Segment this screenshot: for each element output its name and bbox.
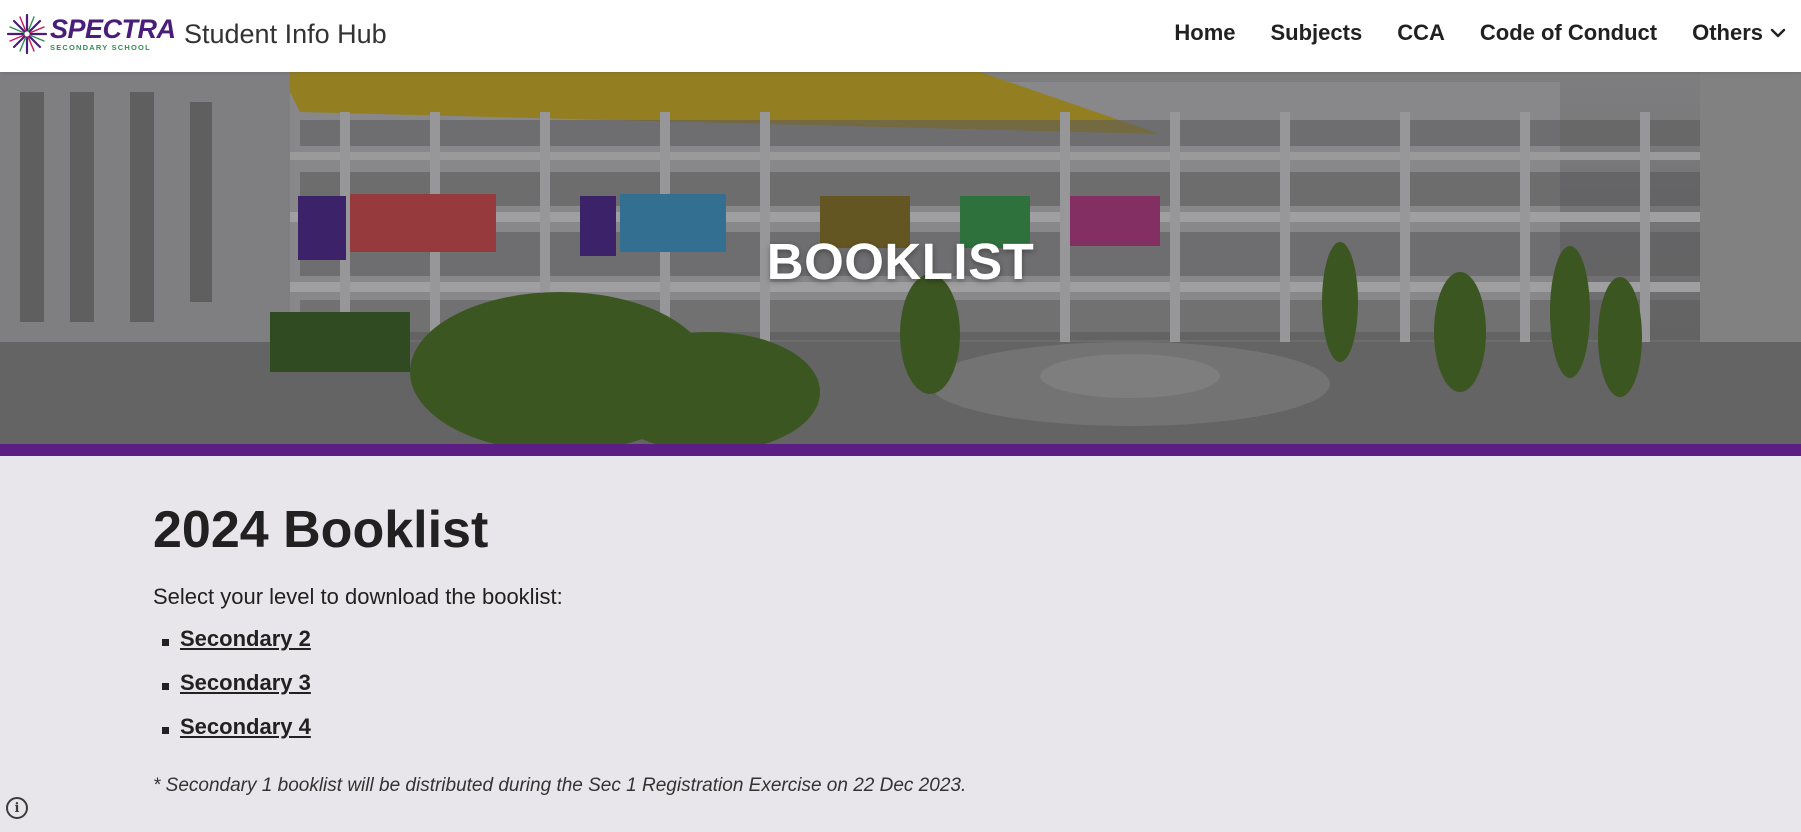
info-icon[interactable]: i — [6, 797, 28, 819]
secondary-2-link[interactable]: Secondary 2 — [180, 626, 311, 651]
site-header: SPECTRA SECONDARY SCHOOL Student Info Hu… — [0, 0, 1801, 72]
intro-text: Select your level to download the bookli… — [153, 584, 563, 609]
secondary-3-link[interactable]: Secondary 3 — [180, 670, 311, 695]
site-title[interactable]: Student Info Hub — [184, 19, 387, 50]
secondary-4-link[interactable]: Secondary 4 — [180, 714, 311, 739]
bullet-icon — [162, 683, 169, 690]
hero-banner: BOOKLIST — [0, 72, 1801, 444]
logo-subtext: SECONDARY SCHOOL — [50, 43, 151, 53]
list-item: Secondary 3 — [153, 670, 311, 714]
nav-code-of-conduct[interactable]: Code of Conduct — [1480, 20, 1657, 46]
nav-others[interactable]: Others — [1692, 20, 1787, 46]
nav-subjects[interactable]: Subjects — [1271, 20, 1363, 46]
list-item: Secondary 2 — [153, 626, 311, 670]
list-item: Secondary 4 — [153, 714, 311, 758]
page-heading: 2024 Booklist — [153, 501, 489, 559]
nav-cca[interactable]: CCA — [1397, 20, 1445, 46]
nav-home[interactable]: Home — [1174, 20, 1235, 46]
bullet-icon — [162, 727, 169, 734]
logo-wordmark: SPECTRA — [50, 14, 176, 45]
school-logo[interactable]: SPECTRA SECONDARY SCHOOL — [6, 13, 176, 55]
nav-others-label: Others — [1692, 20, 1763, 45]
chevron-down-icon — [1770, 28, 1786, 38]
hero-title: BOOKLIST — [766, 233, 1035, 290]
accent-divider — [0, 444, 1801, 456]
bullet-icon — [162, 639, 169, 646]
main-nav: Home Subjects CCA Code of Conduct Others — [1174, 20, 1787, 46]
starburst-logo-icon — [6, 13, 48, 55]
booklist-levels: Secondary 2 Secondary 3 Secondary 4 — [153, 626, 311, 758]
footnote: * Secondary 1 booklist will be distribut… — [153, 775, 967, 796]
